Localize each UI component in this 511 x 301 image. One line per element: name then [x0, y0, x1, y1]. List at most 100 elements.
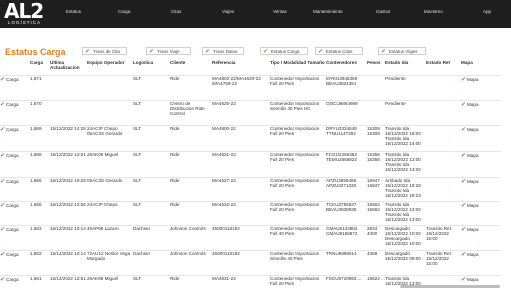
cell-logistica-text: Dachser	[133, 251, 151, 256]
col-equipo-operador: Equipo Operador	[87, 60, 125, 65]
cell-logistica-text: SLT	[133, 178, 142, 183]
check-icon: ✔	[381, 49, 387, 55]
row-mapa-button[interactable]: ✔Mapa	[461, 100, 501, 126]
cell-equipo-operador	[87, 75, 133, 101]
nav-viajes[interactable]: Viajes	[222, 9, 234, 14]
cell-estado-ret-text: Transito Ret 15/12/2022 15:00	[426, 251, 451, 266]
cell-pesos-text: 15309 15309	[367, 126, 380, 136]
row-carga-button[interactable]: ✔Carga	[0, 225, 30, 251]
row-carga-button[interactable]: ✔Carga	[0, 100, 30, 126]
cell-estado-ida: Descargado 15/12/2022 10:00 Descargado 1…	[385, 225, 426, 251]
col-contenedores: Contenedores	[326, 60, 357, 65]
check-icon: ✔	[461, 77, 467, 83]
col-tipo: Tipo / Modalidad Tamaño	[270, 60, 325, 65]
cell-contenedores-text: APZU3859496 APZU3271330	[326, 178, 357, 188]
nav-app[interactable]: App	[483, 9, 491, 14]
cell-ultima-actualizacion: 15/12/2022 19:28	[50, 177, 87, 202]
cell-ultima-actualizacion-text: 15/12/2022 12:51	[50, 276, 86, 281]
cell-referencia: 45000118192	[212, 225, 270, 251]
cell-cliente: Ride	[170, 75, 212, 101]
cell-carga: 1,861	[30, 275, 50, 301]
filter-trans-cita[interactable]: ✔ Trans de Cita	[82, 47, 127, 55]
row-mapa-button[interactable]: ✔Mapa	[461, 75, 501, 101]
row-carga-button[interactable]: ✔Carga	[0, 125, 30, 152]
cell-tipo: Contenedor Importacion Full 20 Pies	[270, 125, 326, 152]
row-carga-button[interactable]: ✔Carga	[0, 275, 30, 301]
cell-pesos: 19622 ...	[367, 275, 385, 301]
nav-muestreo[interactable]: Muestreo	[424, 9, 443, 14]
row-mapa-button-text: Mapa	[467, 203, 479, 208]
nav-estatus[interactable]: Estatus	[66, 9, 81, 14]
filter-estatus-viajes[interactable]: ✔ Estatus Viajes	[378, 47, 426, 55]
logo-subtext: LOGÍSTICA	[8, 20, 42, 25]
cell-contenedores-text: FCGU2266352 TEMU2658822	[326, 152, 357, 162]
nav-gastos[interactable]: Gastos	[376, 9, 390, 14]
row-carga-button[interactable]: ✔Carga	[0, 177, 30, 202]
filter-estatus-carga[interactable]: ✔ Estatus Carga	[260, 47, 308, 55]
cell-logistica: SLT	[133, 177, 170, 202]
cell-estado-ret	[426, 177, 461, 202]
cell-referencia-text: MA4532-22	[212, 202, 236, 207]
row-mapa-button[interactable]: ✔Mapa	[461, 250, 501, 276]
nav-citas[interactable]: Citas	[171, 9, 181, 14]
filter-estatus-citas[interactable]: ✔ Estatus Citas	[315, 47, 363, 55]
nav-mantenimiento[interactable]: Mantenimiento	[313, 9, 343, 14]
row-carga-button[interactable]: ✔Carga	[0, 201, 30, 226]
cell-logistica-text: Dachser	[133, 226, 151, 231]
col-carga: Carga	[30, 60, 44, 65]
row-mapa-button[interactable]: ✔Mapa	[461, 275, 501, 301]
cell-cliente-text: Johnson Controls	[170, 251, 206, 256]
row-mapa-button-text: Mapa	[467, 127, 479, 132]
cell-estado-ida: Transito Ida 15/12/2022 13:00 Transito I…	[385, 151, 426, 178]
cell-estado-ida-text: Pendiente	[385, 101, 406, 106]
cell-carga-text: 1,866	[30, 178, 42, 183]
cell-contenedores: FSCU8729993 ...	[326, 275, 367, 301]
row-carga-button[interactable]: ✔Carga	[0, 151, 30, 178]
filter-trans-datos[interactable]: ✔ Trans Datos	[202, 47, 244, 55]
check-icon: ✔	[263, 49, 269, 55]
col-cliente: Cliente	[170, 60, 186, 65]
cell-cliente: Johnson Controls	[170, 250, 212, 276]
horizontal-scrollbar[interactable]	[400, 285, 500, 288]
cell-contenedores: MYKU3948369 BEAU3824351	[326, 75, 367, 101]
row-carga-button-text: Carga	[6, 127, 19, 132]
cell-cliente-text: Ride	[170, 76, 180, 81]
cell-estado-ida: Transito Ida 15/12/2022 13:00 Transito I…	[385, 201, 426, 226]
cell-pesos-text: 15562 15562	[367, 202, 380, 212]
company-logo[interactable]: AL2 LOGÍSTICA	[4, 0, 48, 28]
cell-ultima-actualizacion: 15/12/2022 12:56	[50, 201, 87, 226]
cell-cliente-text: Centro de Distribucion Ride Control	[170, 101, 205, 116]
col-mapa: Mapa	[461, 60, 473, 65]
check-icon: ✔	[461, 127, 467, 133]
filter-trans-viaje[interactable]: ✔ Trans Viaje	[146, 47, 191, 55]
cell-equipo-operador-text: 26AK06 Miguel	[87, 152, 119, 157]
row-mapa-button[interactable]: ✔Mapa	[461, 225, 501, 251]
cell-logistica-text: SLT	[133, 276, 142, 281]
nav-carga[interactable]: Carga	[118, 9, 130, 14]
cell-pesos-text: 16947 16947	[367, 178, 380, 188]
row-mapa-button[interactable]: ✔Mapa	[461, 201, 501, 226]
table-row: ✔Carga 1,862 15/12/2022 10:14 72AU12 Nestor…	[0, 250, 501, 276]
nav-ventas[interactable]: Ventas	[273, 9, 287, 14]
check-icon: ✔	[0, 77, 6, 83]
cell-logistica: Dachser	[133, 225, 170, 251]
cell-contenedores: TCKU2755537 BEAU3839935	[326, 201, 367, 226]
cell-ultima-actualizacion-text: 15/12/2022 10:14	[50, 251, 86, 256]
cell-estado-ret: Transito Ret 15/12/2022 15:00	[426, 225, 461, 251]
row-carga-button[interactable]: ✔Carga	[0, 75, 30, 101]
cell-tipo-text: Contenedor Importacion Full 20 Pies	[270, 202, 320, 212]
cell-ultima-actualizacion	[50, 75, 87, 101]
cell-contenedores-text: TRNU9889614	[326, 251, 357, 256]
row-mapa-button[interactable]: ✔Mapa	[461, 177, 501, 202]
cell-pesos-text: 19622 ...	[367, 276, 385, 281]
cell-ultima-actualizacion-text: 15/12/2022 19:28	[50, 178, 86, 183]
cell-estado-ret	[426, 275, 461, 301]
row-carga-button[interactable]: ✔Carga	[0, 250, 30, 276]
cell-carga: 1,869	[30, 125, 50, 152]
cell-referencia-text: MA4527-22	[212, 178, 236, 183]
cell-equipo-operador-text: 24ACIP Chepo 05AC3S Gerardo	[87, 126, 123, 136]
check-icon: ✔	[0, 203, 6, 209]
row-mapa-button[interactable]: ✔Mapa	[461, 151, 501, 178]
cell-estado-ida-text: Descargado 15/12/2022 10:00 Descargado 1…	[385, 226, 421, 246]
row-mapa-button[interactable]: ✔Mapa	[461, 125, 501, 152]
